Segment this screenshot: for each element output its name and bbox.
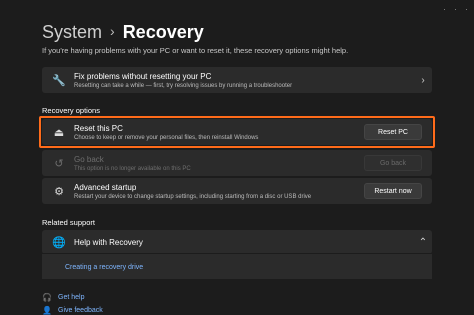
globe-icon: 🌐 xyxy=(52,236,66,249)
go-back-card: ↺ Go back This option is no longer avail… xyxy=(42,150,432,176)
go-back-title: Go back xyxy=(74,154,104,164)
fix-problems-desc: Resetting can take a while — first, try … xyxy=(74,82,293,89)
related-support-heading: Related support xyxy=(42,218,95,227)
chevron-up-icon[interactable]: ⌃ xyxy=(414,237,432,248)
get-help-row[interactable]: 🎧 Get help xyxy=(42,293,84,302)
advanced-startup-title: Advanced startup xyxy=(74,182,137,192)
recovery-options-heading: Recovery options xyxy=(42,106,100,115)
wrench-icon: 🔧 xyxy=(52,74,66,87)
feedback-icon: 👤 xyxy=(42,306,52,315)
breadcrumb: System › Recovery xyxy=(42,22,204,43)
restart-now-button[interactable]: Restart now xyxy=(364,183,422,199)
advanced-startup-icon: ⚙ xyxy=(54,185,64,198)
fix-problems-card[interactable]: 🔧 Fix problems without resetting your PC… xyxy=(42,67,432,93)
advanced-startup-desc: Restart your device to change startup se… xyxy=(74,193,312,200)
give-feedback-link[interactable]: Give feedback xyxy=(58,307,103,314)
highlight-outline xyxy=(39,116,435,148)
breadcrumb-separator-icon: › xyxy=(110,23,115,39)
window-controls: · · · xyxy=(443,4,468,14)
chevron-right-icon: › xyxy=(421,74,425,86)
breadcrumb-system[interactable]: System xyxy=(42,22,102,43)
give-feedback-row[interactable]: 👤 Give feedback xyxy=(42,306,103,315)
get-help-link[interactable]: Get help xyxy=(58,294,84,301)
help-icon: 🎧 xyxy=(42,293,52,302)
fix-problems-title: Fix problems without resetting your PC xyxy=(74,71,212,81)
help-expander-body: Creating a recovery drive xyxy=(42,253,432,279)
history-icon: ↺ xyxy=(54,157,64,170)
more-dot-icon: · xyxy=(443,4,446,14)
help-with-recovery-title: Help with Recovery xyxy=(74,237,143,247)
go-back-button: Go back xyxy=(364,155,422,171)
page-title: Recovery xyxy=(122,22,204,42)
creating-recovery-drive-link[interactable]: Creating a recovery drive xyxy=(65,264,143,271)
advanced-startup-card: ⚙ Advanced startup Restart your device t… xyxy=(42,178,432,204)
more-dot-icon: · xyxy=(454,4,457,14)
page-subtitle: If you're having problems with your PC o… xyxy=(42,46,349,55)
more-dot-icon: · xyxy=(465,4,468,14)
help-with-recovery-expander[interactable]: 🌐 Help with Recovery ⌃ xyxy=(42,230,432,254)
go-back-desc: This option is no longer available on th… xyxy=(74,165,191,172)
